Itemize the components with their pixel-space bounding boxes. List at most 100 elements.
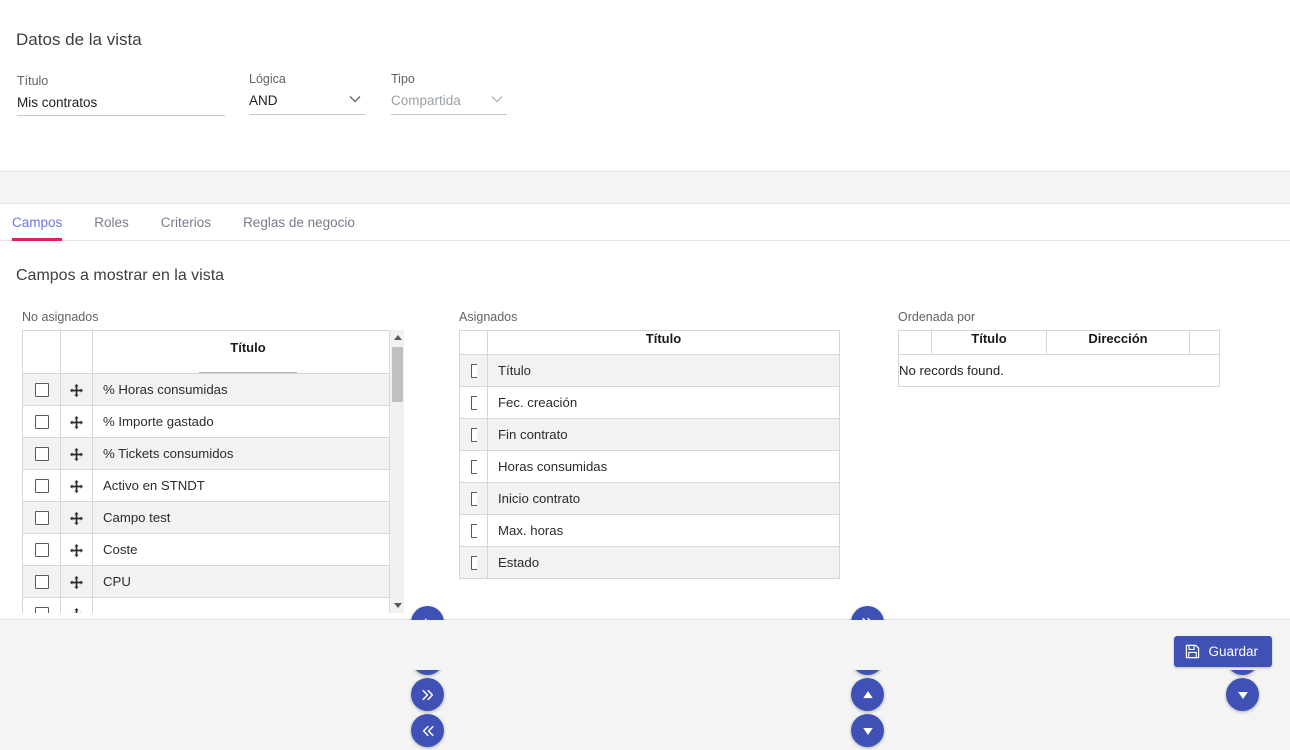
header-blank-left-cell (898, 330, 932, 355)
row-checkbox-cell[interactable] (22, 405, 61, 438)
row-drag-cell[interactable] (60, 469, 93, 502)
tipo-select: Compartida (391, 92, 507, 115)
move-all-right-button[interactable] (411, 678, 444, 711)
row-checkbox-cell[interactable] (459, 514, 488, 547)
drag-handle-icon[interactable] (69, 479, 84, 494)
row-title: Inicio contrato (487, 482, 840, 515)
table-row[interactable]: Max. horas (459, 514, 840, 547)
scrollbar-thumb[interactable] (392, 347, 403, 402)
order-down-button[interactable] (851, 714, 884, 747)
row-checkbox[interactable] (470, 428, 477, 443)
row-checkbox-cell[interactable] (459, 450, 488, 483)
assigned-column-header: Título (487, 330, 840, 355)
row-checkbox[interactable] (34, 383, 49, 398)
row-checkbox[interactable] (34, 479, 49, 494)
row-checkbox-cell[interactable] (22, 437, 61, 470)
row-checkbox[interactable] (470, 524, 477, 539)
row-checkbox-cell[interactable] (22, 501, 61, 534)
row-checkbox-cell[interactable] (459, 386, 488, 419)
save-button[interactable]: Guardar (1174, 636, 1272, 667)
table-row[interactable]: Estado (459, 546, 840, 579)
row-drag-cell[interactable] (60, 405, 93, 438)
row-checkbox-cell[interactable] (459, 418, 488, 451)
table-row[interactable]: Campo test (22, 501, 404, 534)
row-checkbox-cell[interactable] (22, 565, 61, 598)
scroll-down-button[interactable] (390, 598, 404, 613)
tipo-selected-value: Compartida (391, 93, 461, 108)
logica-select[interactable]: AND (249, 92, 365, 115)
unassigned-label: No asignados (22, 310, 99, 324)
row-title: Coste (92, 533, 404, 566)
table-header-row: Título Dirección (898, 330, 1220, 355)
row-checkbox-cell[interactable] (459, 482, 488, 515)
row-checkbox[interactable] (470, 364, 477, 379)
table-row[interactable]: Fin contrato (459, 418, 840, 451)
row-checkbox[interactable] (470, 396, 477, 411)
save-button-label: Guardar (1208, 644, 1258, 659)
row-drag-cell[interactable] (60, 373, 93, 406)
chevron-down-icon (349, 95, 361, 103)
triangle-up-icon (861, 688, 875, 702)
table-row[interactable]: Activo en STNDT (22, 469, 404, 502)
drag-handle-icon[interactable] (69, 415, 84, 430)
row-checkbox[interactable] (34, 511, 49, 526)
tab-campos[interactable]: Campos (12, 204, 63, 241)
row-checkbox-cell[interactable] (22, 469, 61, 502)
row-title: % Tickets consumidos (92, 437, 404, 470)
row-checkbox[interactable] (470, 492, 477, 507)
table-row-empty: No records found. (898, 354, 1220, 387)
triangle-up-icon (393, 335, 402, 340)
tab-bar: Campos Roles Criterios Reglas de negocio (0, 204, 1290, 241)
row-checkbox[interactable] (34, 447, 49, 462)
row-title: Activo en STNDT (92, 469, 404, 502)
row-checkbox[interactable] (34, 543, 49, 558)
row-drag-cell[interactable] (60, 597, 93, 613)
tab-reglas-de-negocio[interactable]: Reglas de negocio (243, 204, 355, 241)
row-checkbox-cell[interactable] (22, 373, 61, 406)
row-drag-cell[interactable] (60, 501, 93, 534)
table-row[interactable]: % Tickets consumidos (22, 437, 404, 470)
row-checkbox[interactable] (34, 415, 49, 430)
row-checkbox-cell[interactable] (459, 354, 488, 387)
table-row[interactable] (22, 597, 404, 613)
row-checkbox[interactable] (470, 556, 477, 571)
table-row[interactable]: Horas consumidas (459, 450, 840, 483)
row-checkbox[interactable] (34, 575, 49, 590)
assigned-label: Asignados (459, 310, 518, 324)
drag-handle-icon[interactable] (69, 383, 84, 398)
unassigned-scrollbar[interactable] (389, 330, 404, 613)
drag-handle-icon[interactable] (69, 447, 84, 462)
table-row[interactable]: Coste (22, 533, 404, 566)
order-up-button[interactable] (851, 678, 884, 711)
table-row[interactable]: % Horas consumidas (22, 373, 404, 406)
row-checkbox[interactable] (470, 460, 477, 475)
tab-roles[interactable]: Roles (94, 204, 129, 241)
table-row[interactable]: Inicio contrato (459, 482, 840, 515)
table-header-row: Título (459, 330, 840, 355)
row-checkbox-cell[interactable] (459, 546, 488, 579)
table-row[interactable]: Fec. creación (459, 386, 840, 419)
row-drag-cell[interactable] (60, 565, 93, 598)
titulo-input[interactable] (17, 94, 225, 116)
move-all-left-button[interactable] (411, 714, 444, 747)
header-checkbox-cell (22, 330, 61, 374)
drag-handle-icon[interactable] (69, 575, 84, 590)
sort-down-button[interactable] (1226, 678, 1259, 711)
drag-handle-icon[interactable] (69, 543, 84, 558)
row-title: Campo test (92, 501, 404, 534)
scroll-up-button[interactable] (390, 330, 404, 345)
table-row[interactable]: Título (459, 354, 840, 387)
row-checkbox-cell[interactable] (22, 533, 61, 566)
drag-handle-icon[interactable] (69, 607, 84, 613)
table-row[interactable]: % Importe gastado (22, 405, 404, 438)
row-drag-cell[interactable] (60, 533, 93, 566)
table-row[interactable]: CPU (22, 565, 404, 598)
drag-handle-icon[interactable] (69, 511, 84, 526)
row-checkbox[interactable] (34, 607, 49, 613)
tab-criterios[interactable]: Criterios (161, 204, 211, 241)
row-checkbox-cell[interactable] (22, 597, 61, 613)
row-title: Fin contrato (487, 418, 840, 451)
row-drag-cell[interactable] (60, 437, 93, 470)
header-titulo-cell: Título (92, 330, 404, 374)
row-title: Estado (487, 546, 840, 579)
